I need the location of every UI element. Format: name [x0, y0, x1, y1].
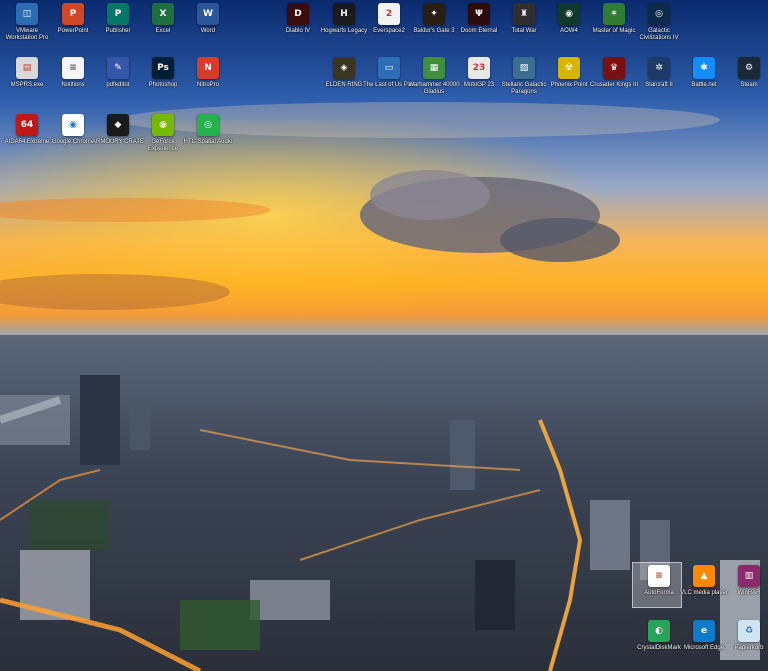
everspace-icon: 2: [378, 3, 400, 25]
steam-icon: ⚙: [738, 57, 760, 79]
desktop-icon-label: HTC Spatial Audio: [183, 139, 233, 145]
desktop-icon-excel[interactable]: X Excel: [138, 3, 188, 51]
total-war-icon: ♜: [513, 3, 535, 25]
vmware-icon: ◫: [16, 3, 38, 25]
desktop-icon-spatial-audio[interactable]: ◎ HTC Spatial Audio: [183, 114, 233, 162]
desktop-icon-armoury-crate[interactable]: ◆ ARMOURY CRATE: [92, 114, 144, 162]
desktop-icon-publisher[interactable]: P Publisher: [93, 3, 143, 51]
desktop-icon-last-of-us[interactable]: ▭ The Last of Us Part: [363, 57, 415, 105]
desktop-icon-photoshop[interactable]: Ps Photoshop: [138, 57, 188, 105]
autoforma-icon: ≡: [648, 565, 670, 587]
desktop-icon-vlc[interactable]: ▲ VLC media player: [679, 565, 729, 613]
spatial-audio-icon: ◎: [197, 114, 219, 136]
desktop-icon-crusader-kings[interactable]: ♛ Crusader Kings III: [589, 57, 639, 105]
desktop-icon-geforce[interactable]: ◉ GeForce Experience: [138, 114, 188, 162]
doom-icon: Ψ: [468, 3, 490, 25]
desktop-icon-chrome[interactable]: ◉ Google Chrome: [48, 114, 98, 162]
armoury-crate-icon: ◆: [107, 114, 129, 136]
crusader-kings-icon: ♛: [603, 57, 625, 79]
desktop-icon-crystaldiskmark[interactable]: ◐ CrystalDiskMark: [634, 620, 684, 668]
desktop-icon-exe[interactable]: ▤ MSPRS.exe: [2, 57, 52, 105]
desktop-icon-label: Papierkorb: [734, 645, 764, 651]
desktop-icon-document[interactable]: ≡ Notitions: [48, 57, 98, 105]
desktop-icon-label: Steam: [740, 82, 758, 88]
document-icon: ≡: [62, 57, 84, 79]
publisher-icon: P: [107, 3, 129, 25]
phoenix-point-icon: ☢: [558, 57, 580, 79]
recycle-bin-icon: ♻: [738, 620, 760, 642]
galciv-icon: ◎: [648, 3, 670, 25]
desktop-icon-edge[interactable]: e Microsoft Edge: [679, 620, 729, 668]
desktop-icon-total-war[interactable]: ♜ Total War: [499, 3, 549, 51]
master-of-magic-icon: ✶: [603, 3, 625, 25]
desktop-icon-word[interactable]: W Word: [183, 3, 233, 51]
geforce-icon: ◉: [152, 114, 174, 136]
excel-icon: X: [152, 3, 174, 25]
desktop-icon-hogwarts[interactable]: H Hogwarts Legacy: [319, 3, 369, 51]
exe-icon: ▤: [16, 57, 38, 79]
desktop-icon-label: WinRAR: [737, 590, 761, 596]
desktop-icon-doom[interactable]: Ψ Doom Eternal: [454, 3, 504, 51]
edge-icon: e: [693, 620, 715, 642]
desktop-icon-label: Word: [200, 28, 216, 34]
desktop-icon-stellaris[interactable]: ▨ Stellaric Galactic Paragons: [499, 57, 549, 105]
desktop-icon-galciv[interactable]: ◎ Galactic Civilizations IV: [634, 3, 684, 51]
desktop-icon-nitro[interactable]: N NitroPro: [183, 57, 233, 105]
desktop-icon-battlenet[interactable]: ✱ Battle.net: [679, 57, 729, 105]
word-icon: W: [197, 3, 219, 25]
warhammer-icon: ▦: [423, 57, 445, 79]
battlenet-icon: ✱: [693, 57, 715, 79]
desktop-icon-motogp[interactable]: 23 MotoGP 23: [454, 57, 504, 105]
nitro-icon: N: [197, 57, 219, 79]
chrome-icon: ◉: [62, 114, 84, 136]
desktop-icon-elden-ring[interactable]: ◈ ELDEN RING: [319, 57, 369, 105]
desktop-icon-recycle-bin[interactable]: ♻ Papierkorb: [724, 620, 768, 668]
crystaldiskmark-icon: ◐: [648, 620, 670, 642]
aow4-icon: ◉: [558, 3, 580, 25]
desktop-icon-winrar[interactable]: ▥ WinRAR: [724, 565, 768, 613]
desktop-icon-powerpoint[interactable]: P PowerPoint: [48, 3, 98, 51]
desktop-icon-warhammer[interactable]: ▦ Warhammer 40000 Gladius: [408, 57, 460, 105]
stellaris-icon: ▨: [513, 57, 535, 79]
pdf-editor-icon: ✎: [107, 57, 129, 79]
starcraft-icon: ✲: [648, 57, 670, 79]
desktop-icon-label: Galactic Civilizations IV: [639, 28, 679, 41]
desktop-icon-starcraft[interactable]: ✲ Starcraft II: [634, 57, 684, 105]
diablo-icon: D: [287, 3, 309, 25]
last-of-us-icon: ▭: [378, 57, 400, 79]
desktop-icon-phoenix-point[interactable]: ☢ Phoenix Point: [544, 57, 594, 105]
desktop-icon-aida64[interactable]: 64 AIDA64 Extreme: [2, 114, 52, 162]
desktop-icon-vmware[interactable]: ◫ VMware Workstation Pro: [2, 3, 52, 51]
photoshop-icon: Ps: [152, 57, 174, 79]
aida64-icon: 64: [16, 114, 38, 136]
powerpoint-icon: P: [62, 3, 84, 25]
vlc-icon: ▲: [693, 565, 715, 587]
desktop-icon-label: NitroPro: [196, 82, 219, 88]
winrar-icon: ▥: [738, 565, 760, 587]
desktop-icon-diablo[interactable]: D Diablo IV: [273, 3, 323, 51]
hogwarts-icon: H: [333, 3, 355, 25]
desktop-icon-baldurs-gate[interactable]: ✦ Baldur's Gate 3: [409, 3, 459, 51]
desktop-icon-pdf-editor[interactable]: ✎ pdfeditor: [93, 57, 143, 105]
desktop-icon-master-of-magic[interactable]: ✶ Master of Magic: [589, 3, 639, 51]
desktop-icon-steam[interactable]: ⚙ Steam: [724, 57, 768, 105]
desktop-icon-everspace[interactable]: 2 Everspace2: [364, 3, 414, 51]
elden-ring-icon: ◈: [333, 57, 355, 79]
desktop-icon-autoforma[interactable]: ≡ AutoForma: [632, 562, 684, 613]
motogp-icon: 23: [468, 57, 490, 79]
desktop-icon-aow4[interactable]: ◉ AOW4: [544, 3, 594, 51]
baldurs-gate-icon: ✦: [423, 3, 445, 25]
